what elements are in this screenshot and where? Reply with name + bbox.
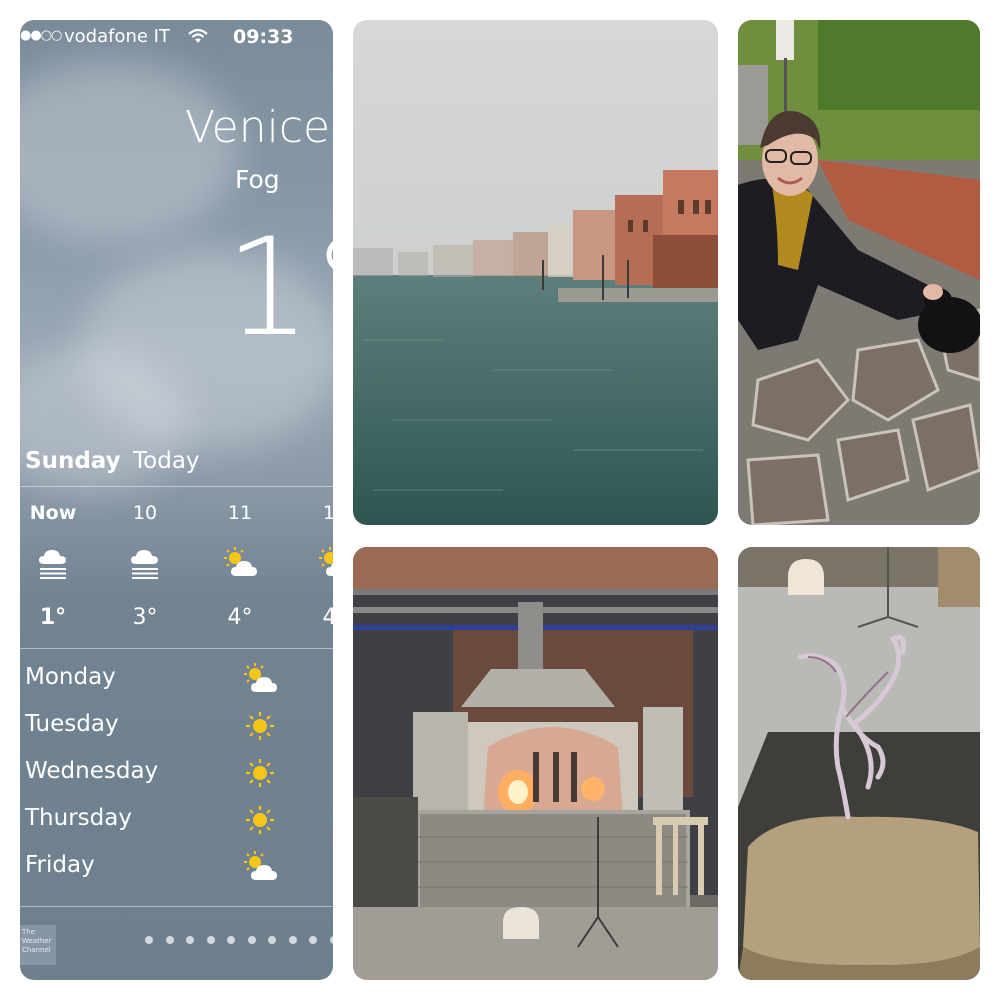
partly-sunny-icon [244, 663, 277, 692]
page-dot[interactable] [227, 936, 235, 944]
page-dot[interactable] [247, 936, 256, 944]
page-dot[interactable] [268, 936, 276, 944]
page-dot[interactable] [186, 936, 194, 944]
day-name: Sunday [25, 448, 121, 474]
cloud-fog-icon [39, 550, 66, 579]
page-dot[interactable] [206, 936, 215, 944]
glass-furnace-photo [353, 547, 718, 980]
venice-canal-photo [353, 20, 718, 525]
hour-label: 12 [322, 502, 333, 524]
signal-strength-icon: ●●○○ [20, 28, 62, 43]
partly-sunny-icon [319, 547, 333, 576]
status-bar: ●●○○ vodafone IT 09:33 [20, 26, 333, 48]
daily-row: Friday [20, 846, 333, 890]
page-dot[interactable] [288, 936, 297, 944]
day-name: Tuesday [25, 711, 119, 737]
hour-temp: 3° [132, 605, 158, 630]
sun-icon [246, 712, 274, 740]
hour-label: Now [29, 502, 77, 524]
page-dot[interactable] [145, 936, 153, 944]
status-time: 09:33 [233, 26, 294, 48]
daily-row: Thursday [20, 799, 333, 843]
hour-temp: 4° [322, 605, 334, 630]
partly-sunny-icon [244, 851, 277, 880]
current-temperature: 1° [225, 209, 333, 366]
day-name: Wednesday [25, 758, 159, 784]
page-dot[interactable] [165, 936, 174, 944]
daily-row: Monday [20, 658, 333, 702]
weather-app-screenshot: ●●○○ vodafone IT 09:33 Venice Fog 1° Sun… [20, 20, 333, 980]
sun-icon [246, 806, 274, 834]
divider [20, 648, 333, 649]
page-dot[interactable] [309, 936, 317, 944]
daily-row: Wednesday [20, 752, 333, 796]
daily-row: Tuesday [20, 705, 333, 749]
hour-temp: 1° [39, 605, 67, 630]
day-name: Friday [25, 852, 95, 878]
glass-horse-sculpture-photo [738, 547, 980, 980]
hour-label: 11 [227, 502, 253, 524]
divider [20, 486, 333, 487]
wifi-icon [188, 28, 208, 43]
person-with-cat-photo [738, 20, 980, 525]
divider [20, 906, 333, 907]
sun-icon [246, 759, 274, 787]
weather-channel-logo[interactable]: The Weather Channel [20, 925, 56, 965]
hour-temp: 4° [227, 605, 253, 630]
page-dot[interactable] [329, 936, 333, 944]
partly-sunny-icon [224, 547, 257, 576]
city-name: Venice [185, 102, 331, 153]
hour-label: 10 [132, 502, 158, 524]
day-name: Thursday [25, 805, 132, 831]
day-name: Monday [25, 664, 116, 690]
carrier-name: vodafone IT [64, 26, 170, 47]
hourly-forecast[interactable]: Now 1° 10 3° 11 4° 12 [20, 498, 333, 648]
cloud-fog-icon [131, 550, 158, 579]
today-label: Today [133, 448, 200, 474]
weather-condition: Fog [235, 165, 280, 194]
